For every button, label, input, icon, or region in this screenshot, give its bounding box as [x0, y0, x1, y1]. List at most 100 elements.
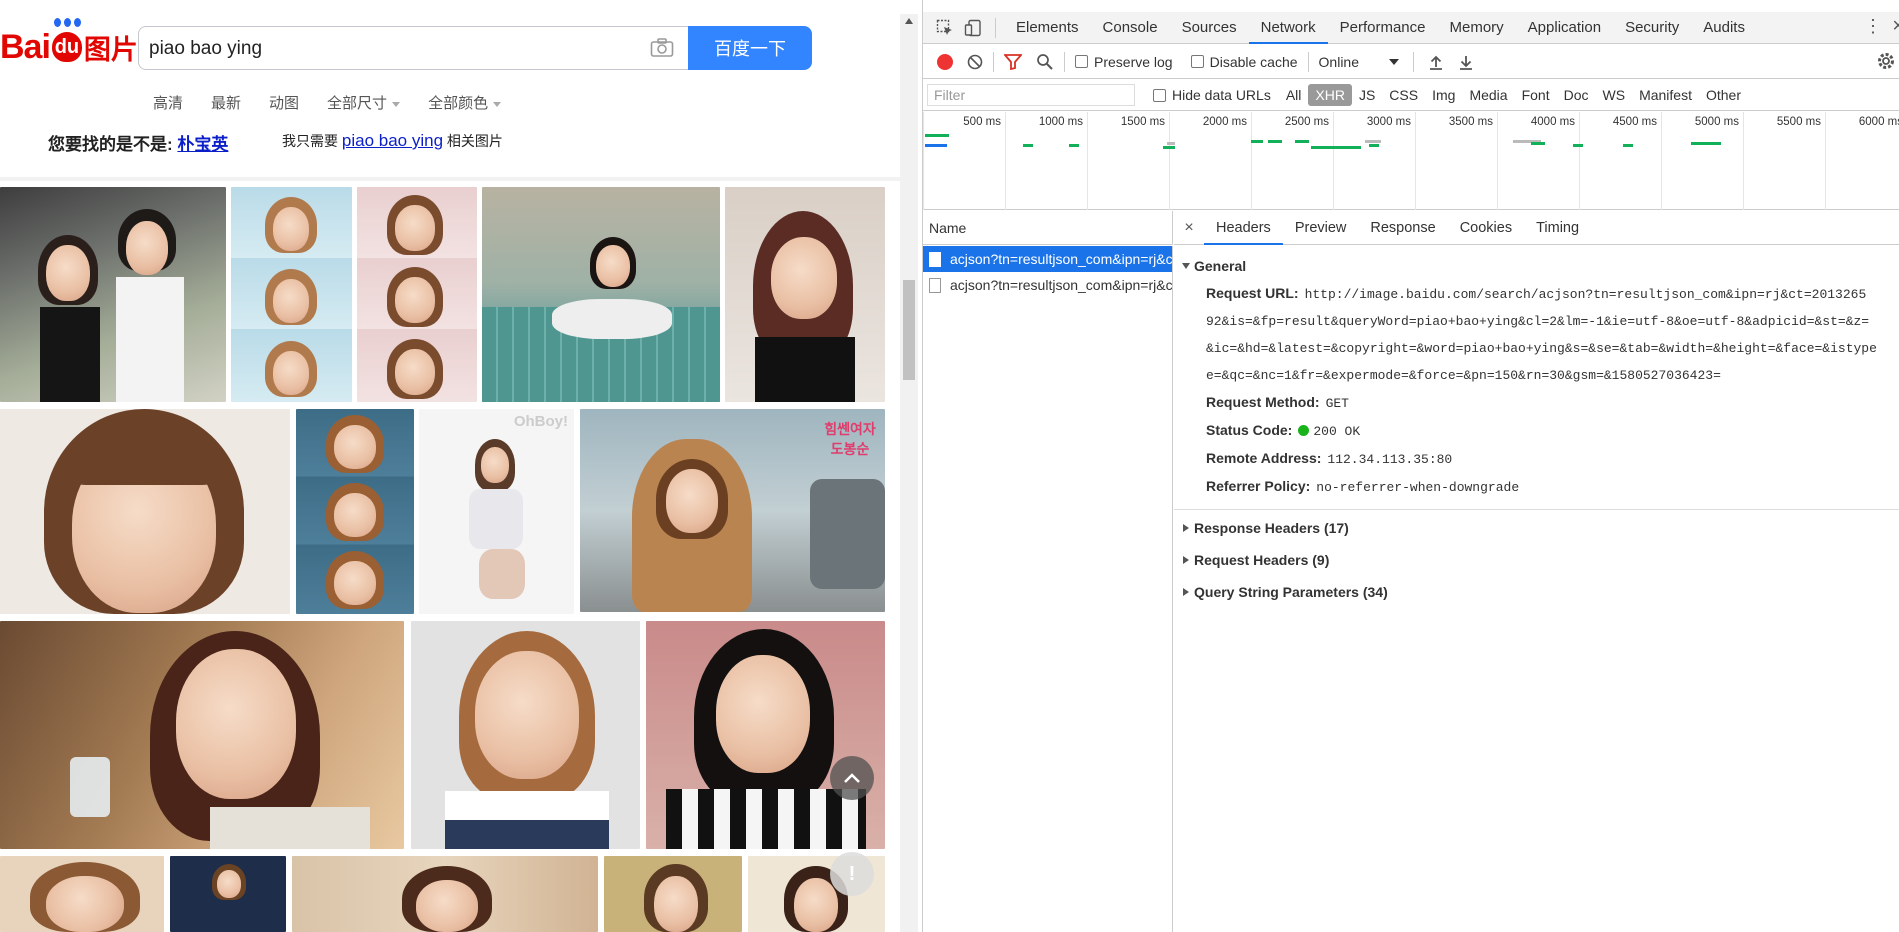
type-other[interactable]: Other	[1699, 84, 1748, 106]
inspect-element-icon[interactable]	[931, 14, 959, 42]
tab-performance[interactable]: Performance	[1328, 12, 1438, 44]
detail-tab-response[interactable]: Response	[1358, 211, 1447, 245]
result-image[interactable]	[0, 187, 226, 402]
result-image[interactable]: OhBoy!	[419, 409, 574, 614]
request-list: acjson?tn=resultjson_com&ipn=rj&ct=20132…	[923, 246, 1173, 932]
search-icon[interactable]	[1036, 53, 1054, 71]
record-icon[interactable]	[937, 53, 953, 70]
type-all[interactable]: All	[1279, 84, 1309, 106]
did-you-mean-link[interactable]: 朴宝英	[177, 135, 228, 154]
close-detail-icon[interactable]: ×	[1174, 219, 1204, 237]
request-row[interactable]: acjson?tn=resultjson_com&ipn=rj&ct=20132…	[923, 246, 1172, 272]
logo-du-text: du	[54, 35, 80, 58]
request-row[interactable]: acjson?tn=resultjson_com&ipn=rj&ct=20132…	[923, 272, 1172, 298]
tab-elements[interactable]: Elements	[1004, 12, 1091, 44]
back-to-top-button[interactable]	[830, 756, 874, 800]
result-image[interactable]	[0, 409, 290, 614]
filter-color-dropdown[interactable]: 全部颜色	[428, 92, 501, 113]
result-image[interactable]	[357, 187, 477, 402]
tab-memory[interactable]: Memory	[1438, 12, 1516, 44]
detail-tab-headers[interactable]: Headers	[1204, 211, 1283, 245]
type-xhr[interactable]: XHR	[1308, 84, 1352, 106]
request-headers-toggle[interactable]: Request Headers (9)	[1174, 546, 1899, 574]
timeline-tick: 4000 ms	[1497, 112, 1579, 210]
timeline-tick-label: 2000 ms	[1202, 116, 1247, 128]
only-suffix: 相关图片	[446, 133, 503, 149]
general-section-toggle[interactable]: General	[1174, 252, 1899, 280]
type-img[interactable]: Img	[1425, 84, 1462, 106]
filter-latest[interactable]: 最新	[211, 92, 241, 113]
hide-data-urls-checkbox[interactable]: Hide data URLs	[1153, 87, 1271, 103]
clear-icon[interactable]	[967, 54, 983, 70]
detail-tab-cookies[interactable]: Cookies	[1448, 211, 1524, 245]
page-scrollbar[interactable]	[900, 14, 918, 932]
result-image[interactable]	[604, 856, 742, 932]
result-image[interactable]	[411, 621, 640, 849]
type-ws[interactable]: WS	[1596, 84, 1633, 106]
result-image[interactable]	[482, 187, 720, 402]
tab-application[interactable]: Application	[1516, 12, 1613, 44]
filter-animated[interactable]: 动图	[269, 92, 299, 113]
filter-input[interactable]: Filter	[927, 84, 1135, 106]
referrer-policy-row: Referrer Policy: no-referrer-when-downgra…	[1174, 473, 1899, 501]
more-options-icon[interactable]: ⋮	[1864, 16, 1882, 37]
type-manifest[interactable]: Manifest	[1632, 84, 1699, 106]
filter-icon[interactable]	[1004, 53, 1022, 70]
scrollbar-thumb[interactable]	[903, 280, 915, 380]
response-headers-toggle[interactable]: Response Headers (17)	[1174, 514, 1899, 542]
preserve-log-checkbox[interactable]: Preserve log	[1075, 54, 1173, 70]
scroll-up-arrow[interactable]	[905, 18, 913, 24]
request-url-label: Request URL:	[1206, 285, 1299, 301]
detail-tab-timing[interactable]: Timing	[1524, 211, 1591, 245]
filter-hd[interactable]: 高清	[153, 92, 183, 113]
hide-data-urls-label: Hide data URLs	[1172, 87, 1271, 103]
gear-icon[interactable]	[1876, 51, 1896, 71]
timeline-tick-label: 1500 ms	[1120, 116, 1165, 128]
request-detail-tabs: × Headers Preview Response Cookies Timin…	[1174, 211, 1899, 245]
type-js[interactable]: JS	[1352, 84, 1382, 106]
result-image[interactable]	[292, 856, 598, 932]
network-overview-timeline[interactable]: 500 ms 1000 ms 1500 ms 2000 ms 2500 ms 3000 m…	[923, 112, 1899, 210]
result-image[interactable]	[646, 621, 885, 849]
camera-icon[interactable]	[650, 38, 674, 58]
result-image[interactable]	[0, 856, 164, 932]
throttle-select[interactable]: Online	[1319, 54, 1399, 70]
result-image[interactable]	[725, 187, 885, 402]
import-har-icon[interactable]	[1428, 54, 1444, 70]
type-doc[interactable]: Doc	[1557, 84, 1596, 106]
timeline-request-bar	[1531, 142, 1545, 145]
type-font[interactable]: Font	[1515, 84, 1557, 106]
tab-security[interactable]: Security	[1613, 12, 1691, 44]
tabbar-separator	[995, 17, 996, 38]
type-media[interactable]: Media	[1462, 84, 1514, 106]
tab-network[interactable]: Network	[1248, 12, 1328, 44]
tab-audits[interactable]: Audits	[1691, 12, 1757, 44]
disable-cache-checkbox[interactable]: Disable cache	[1190, 54, 1298, 70]
only-original-link[interactable]: piao bao ying	[342, 131, 443, 150]
result-image[interactable]: 힘쎈여자 도봉순	[580, 409, 885, 612]
timeline-tick-label: 6000 ms	[1858, 116, 1899, 128]
result-image[interactable]	[0, 621, 404, 849]
query-string-params-toggle[interactable]: Query String Parameters (34)	[1174, 578, 1899, 606]
baidu-logo[interactable]: Bai du 图片	[0, 18, 138, 70]
chevron-up-icon	[844, 773, 860, 783]
type-css[interactable]: CSS	[1382, 84, 1425, 106]
tab-sources[interactable]: Sources	[1170, 12, 1249, 44]
close-devtools-icon[interactable]: ×	[1892, 15, 1899, 38]
filter-size-dropdown[interactable]: 全部尺寸	[327, 92, 400, 113]
document-icon	[929, 277, 941, 293]
search-button[interactable]: 百度一下	[688, 26, 812, 70]
result-image[interactable]	[231, 187, 352, 402]
result-image[interactable]	[170, 856, 286, 932]
name-column-header[interactable]: Name	[923, 211, 1173, 245]
result-image[interactable]	[296, 409, 414, 614]
export-har-icon[interactable]	[1458, 54, 1474, 70]
search-input[interactable]: piao bao ying	[138, 26, 688, 70]
device-toolbar-icon[interactable]	[959, 14, 987, 42]
feedback-button[interactable]: !	[830, 852, 874, 896]
status-code-row: Status Code: 200 OK	[1174, 417, 1899, 445]
detail-tab-preview[interactable]: Preview	[1283, 211, 1359, 245]
referrer-policy-value: no-referrer-when-downgrade	[1316, 480, 1520, 495]
tab-console[interactable]: Console	[1091, 12, 1170, 44]
toolbar-separator	[993, 51, 994, 72]
